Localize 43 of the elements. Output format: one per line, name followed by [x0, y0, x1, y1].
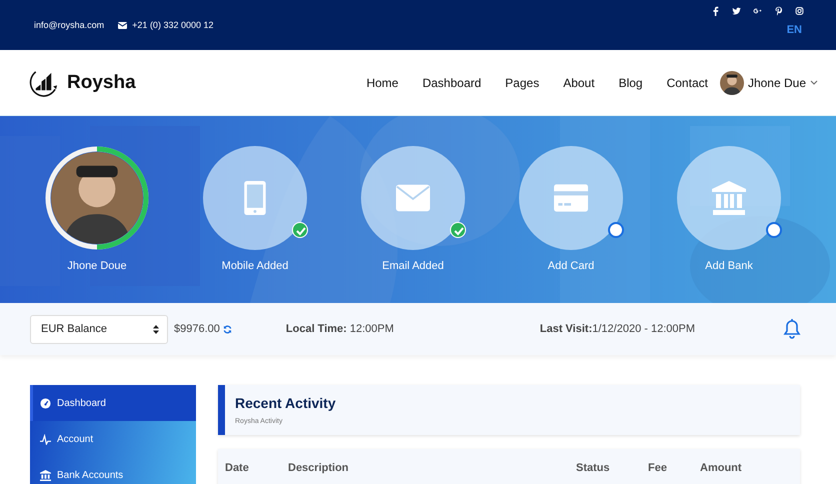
column-header: Amount [700, 462, 743, 474]
step-label: Add Card [548, 260, 594, 272]
nav-link[interactable]: About [563, 76, 595, 90]
column-header: Fee [648, 462, 668, 474]
brand-name[interactable]: Roysha [67, 72, 136, 94]
bank-icon [40, 470, 51, 480]
select-arrows-icon [153, 324, 159, 334]
facebook-icon[interactable] [711, 6, 720, 16]
step-label: Add Bank [705, 260, 753, 272]
card-title: Recent Activity [235, 395, 337, 411]
step-label: Email Added [382, 260, 444, 272]
step-label: Mobile Added [222, 260, 288, 272]
sidebar-item[interactable]: Bank Accounts [30, 457, 196, 484]
column-header: Status [576, 462, 611, 474]
pulse-icon [40, 434, 51, 444]
refresh-icon[interactable] [222, 324, 232, 334]
envelope-icon [118, 22, 128, 28]
language-link[interactable]: EN [786, 24, 804, 36]
sidebar-item[interactable]: Account [30, 421, 196, 457]
pinterest-icon[interactable] [774, 6, 783, 16]
nav-link[interactable]: Dashboard [422, 76, 482, 90]
bank-icon [712, 181, 746, 215]
email-text: info@roysha.com [34, 20, 104, 30]
twitter-icon[interactable] [732, 6, 741, 16]
instagram-icon[interactable] [795, 6, 804, 16]
sidebar-item[interactable]: Dashboard [30, 385, 196, 421]
local-time: Local Time: 12:00PM [286, 323, 394, 335]
balance-amount: $9976.00 [174, 323, 220, 335]
gauge-icon [40, 398, 51, 408]
nav-link[interactable]: Blog [618, 76, 643, 90]
caret-icon[interactable] [810, 80, 818, 86]
column-header: Description [288, 462, 350, 474]
nav-link[interactable]: Pages [505, 76, 540, 90]
google-plus-icon[interactable] [753, 6, 762, 16]
nav-link[interactable]: Contact [666, 76, 708, 90]
step-label: Jhone Doue [67, 260, 127, 272]
user-menu[interactable]: Jhone Due [748, 76, 806, 90]
column-header: Date [225, 462, 250, 474]
bell-icon[interactable] [783, 319, 801, 339]
phone-text: +21 (0) 332 0000 12 [132, 20, 214, 30]
nav-link[interactable]: Home [366, 76, 398, 90]
last-visit: Last Visit:1/12/2020 - 12:00PM [540, 323, 695, 335]
balance-select[interactable]: EUR Balance [30, 314, 168, 344]
